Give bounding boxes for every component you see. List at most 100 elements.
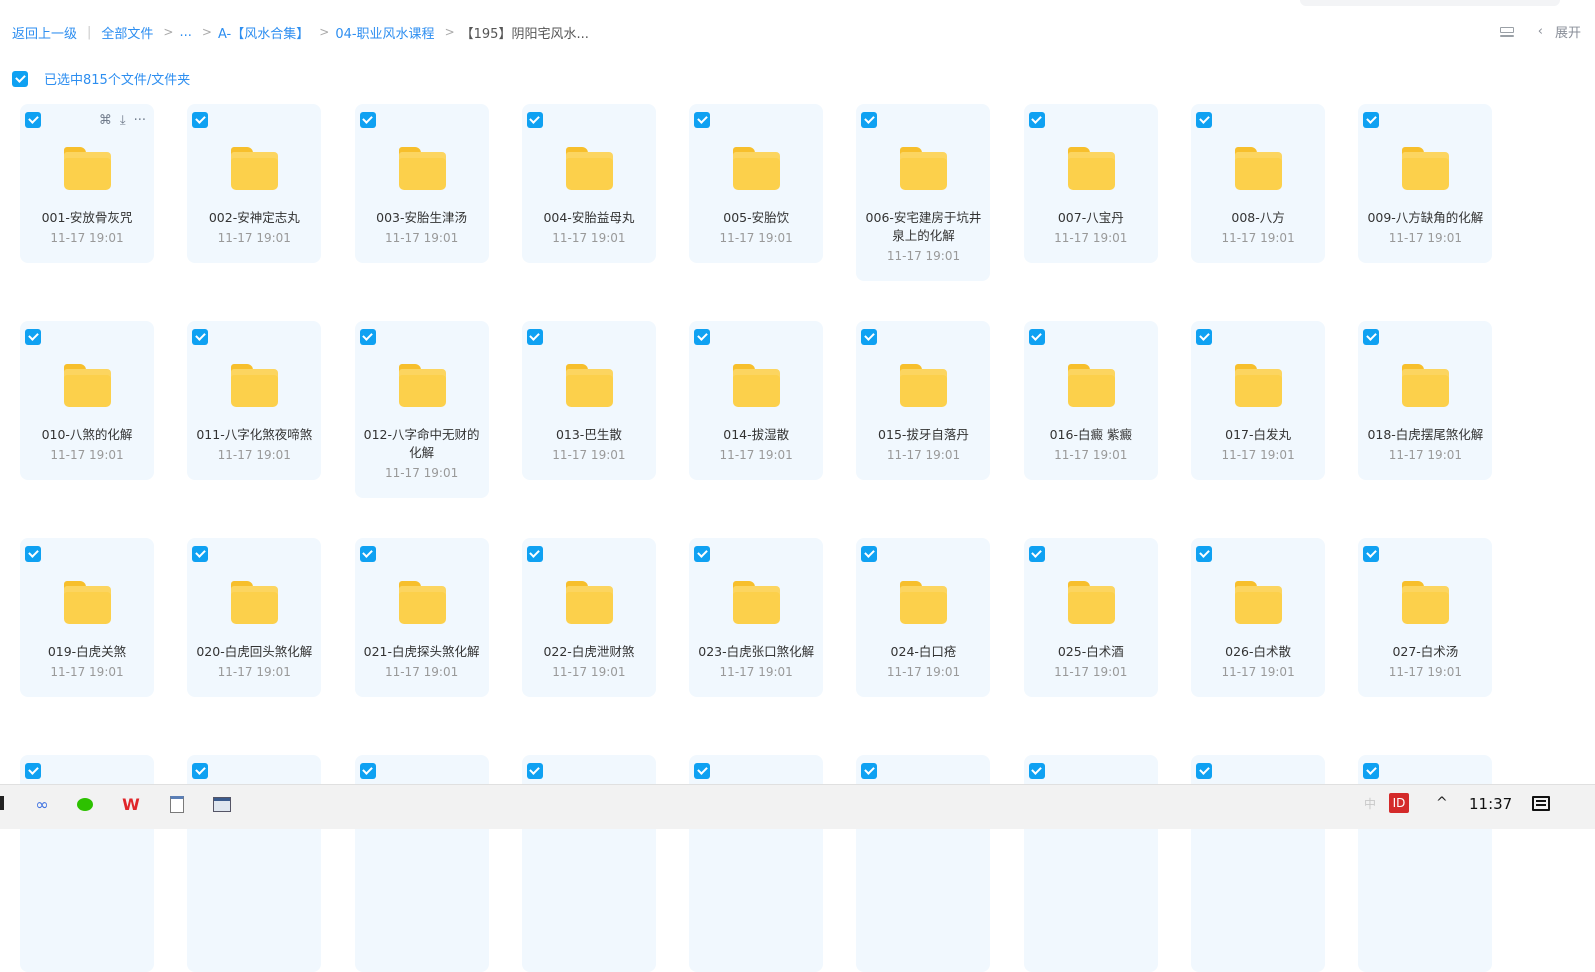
folder-checkbox[interactable] (1028, 763, 1045, 779)
folder-checkbox[interactable] (694, 546, 711, 562)
folder-checkbox[interactable] (359, 329, 376, 345)
folder-name[interactable]: 004-安胎益母丸 11-17 19:01 (528, 209, 650, 247)
folder-name[interactable]: 027-白术汤 11-17 19:01 (1364, 643, 1486, 681)
folder-checkbox[interactable] (526, 763, 543, 779)
ime-indicator[interactable]: 中 (1364, 795, 1376, 812)
share-icon[interactable]: ⌘ (99, 113, 112, 128)
folder-checkbox[interactable] (1363, 763, 1380, 779)
folder-checkbox[interactable] (1028, 546, 1045, 562)
folder-checkbox[interactable] (861, 763, 878, 779)
folder-name[interactable]: 001-安放骨灰咒 11-17 19:01 (26, 209, 148, 247)
folder-name[interactable]: 003-安胎生津汤 11-17 19:01 (361, 209, 483, 247)
crumb-ellipsis[interactable]: ... (179, 25, 191, 40)
folder-checkbox[interactable] (526, 546, 543, 562)
folder-card[interactable]: 010-八煞的化解 11-17 19:01 (20, 321, 154, 538)
folder-name[interactable]: 011-八字化煞夜啼煞 11-17 19:01 (193, 426, 315, 464)
tray-expand-icon[interactable]: ^ (1436, 795, 1448, 811)
collapse-arrow-icon[interactable]: ‹ (1538, 24, 1543, 39)
folder-card[interactable]: 005-安胎饮 11-17 19:01 (689, 104, 824, 321)
input-method-icon[interactable]: ID (1389, 793, 1409, 813)
download-icon[interactable]: ⤓ (120, 113, 126, 128)
folder-name[interactable]: 025-白术酒 11-17 19:01 (1030, 643, 1152, 681)
baidu-netdisk-icon[interactable]: ∞ (32, 794, 52, 814)
folder-card[interactable]: 006-安宅建房于坑井泉上的化解 11-17 19:01 (856, 104, 991, 321)
folder-checkbox[interactable] (1196, 329, 1213, 345)
folder-card[interactable]: 007-八宝丹 11-17 19:01 (1023, 104, 1158, 321)
folder-checkbox[interactable] (192, 763, 209, 779)
folder-name[interactable]: 026-白术散 11-17 19:01 (1197, 643, 1319, 681)
crumb-level2[interactable]: 04-职业风水课程 (335, 23, 434, 42)
folder-checkbox[interactable] (861, 329, 878, 345)
folder-checkbox[interactable] (1363, 329, 1380, 345)
folder-card[interactable]: 024-白口疮 11-17 19:01 (856, 538, 991, 755)
folder-checkbox[interactable] (359, 763, 376, 779)
folder-card[interactable]: 017-白发丸 11-17 19:01 (1191, 321, 1326, 538)
folder-card[interactable]: 021-白虎探头煞化解 11-17 19:01 (354, 538, 489, 755)
folder-name[interactable]: 023-白虎张口煞化解 11-17 19:01 (695, 643, 817, 681)
folder-card[interactable]: 027-白术汤 11-17 19:01 (1358, 538, 1493, 755)
folder-checkbox[interactable] (1196, 763, 1213, 779)
folder-checkbox[interactable] (1196, 112, 1213, 128)
folder-card[interactable]: 008-八方 11-17 19:01 (1191, 104, 1326, 321)
more-icon[interactable]: ··· (134, 113, 146, 128)
folder-name[interactable]: 017-白发丸 11-17 19:01 (1197, 426, 1319, 464)
folder-name[interactable]: 007-八宝丹 11-17 19:01 (1030, 209, 1152, 247)
folder-name[interactable]: 016-白癜 紫癜 11-17 19:01 (1030, 426, 1152, 464)
folder-name[interactable]: 014-拔湿散 11-17 19:01 (695, 426, 817, 464)
clock[interactable]: 11:37 (1469, 795, 1512, 813)
folder-checkbox[interactable] (359, 112, 376, 128)
folder-checkbox[interactable] (192, 329, 209, 345)
folder-card[interactable]: 003-安胎生津汤 11-17 19:01 (354, 104, 489, 321)
folder-card[interactable]: 025-白术酒 11-17 19:01 (1023, 538, 1158, 755)
crumb-level1[interactable]: A-【风水合集】 (218, 23, 309, 42)
expand-button[interactable]: 展开 (1555, 22, 1581, 41)
folder-checkbox[interactable] (25, 112, 41, 128)
folder-name[interactable]: 022-白虎泄财煞 11-17 19:01 (528, 643, 650, 681)
folder-checkbox[interactable] (526, 329, 543, 345)
folder-checkbox[interactable] (1028, 329, 1045, 345)
folder-card[interactable]: 002-安神定志丸 11-17 19:01 (187, 104, 322, 321)
back-link[interactable]: 返回上一级 (12, 23, 77, 42)
folder-name[interactable]: 010-八煞的化解 11-17 19:01 (26, 426, 148, 464)
folder-name[interactable]: 006-安宅建房于坑井泉上的化解 11-17 19:01 (862, 209, 984, 265)
folder-card[interactable]: 004-安胎益母丸 11-17 19:01 (521, 104, 656, 321)
folder-card[interactable]: 026-白术散 11-17 19:01 (1191, 538, 1326, 755)
folder-name[interactable]: 024-白口疮 11-17 19:01 (862, 643, 984, 681)
folder-checkbox[interactable] (25, 763, 41, 779)
folder-name[interactable]: 009-八方缺角的化解 11-17 19:01 (1364, 209, 1486, 247)
folder-name[interactable]: 005-安胎饮 11-17 19:01 (695, 209, 817, 247)
folder-checkbox[interactable] (359, 546, 376, 562)
control-panel-icon[interactable] (212, 794, 232, 814)
folder-name[interactable]: 015-拔牙自落丹 11-17 19:01 (862, 426, 984, 464)
folder-card[interactable]: 016-白癜 紫癜 11-17 19:01 (1023, 321, 1158, 538)
folder-card[interactable]: 018-白虎摆尾煞化解 11-17 19:01 (1358, 321, 1493, 538)
folder-checkbox[interactable] (192, 112, 209, 128)
folder-name[interactable]: 013-巴生散 11-17 19:01 (528, 426, 650, 464)
crumb-all-files[interactable]: 全部文件 (101, 23, 153, 42)
folder-checkbox[interactable] (1363, 112, 1380, 128)
folder-name[interactable]: 021-白虎探头煞化解 11-17 19:01 (361, 643, 483, 681)
folder-card[interactable]: 014-拔湿散 11-17 19:01 (689, 321, 824, 538)
folder-name[interactable]: 012-八字命中无财的化解 11-17 19:01 (361, 426, 483, 482)
select-all-checkbox[interactable] (12, 70, 28, 87)
search-box-edge[interactable] (1300, 0, 1560, 6)
folder-card[interactable]: 013-巴生散 11-17 19:01 (521, 321, 656, 538)
folder-name[interactable]: 018-白虎摆尾煞化解 11-17 19:01 (1364, 426, 1486, 464)
folder-name[interactable]: 002-安神定志丸 11-17 19:01 (193, 209, 315, 247)
wps-icon[interactable]: W (121, 794, 141, 814)
folder-name[interactable]: 008-八方 11-17 19:01 (1197, 209, 1319, 247)
folder-checkbox[interactable] (25, 329, 41, 345)
folder-checkbox[interactable] (192, 546, 209, 562)
notification-icon[interactable] (1532, 796, 1550, 811)
folder-card[interactable]: 019-白虎关煞 11-17 19:01 (20, 538, 154, 755)
folder-card[interactable]: 015-拔牙自落丹 11-17 19:01 (856, 321, 991, 538)
folder-card[interactable]: 022-白虎泄财煞 11-17 19:01 (521, 538, 656, 755)
folder-name[interactable]: 020-白虎回头煞化解 11-17 19:01 (193, 643, 315, 681)
notepad-icon[interactable] (167, 794, 187, 814)
folder-checkbox[interactable] (526, 112, 543, 128)
folder-card[interactable]: 012-八字命中无财的化解 11-17 19:01 (354, 321, 489, 538)
folder-checkbox[interactable] (1028, 112, 1045, 128)
folder-card[interactable]: 023-白虎张口煞化解 11-17 19:01 (689, 538, 824, 755)
folder-checkbox[interactable] (694, 763, 711, 779)
list-view-icon[interactable] (1499, 26, 1514, 37)
